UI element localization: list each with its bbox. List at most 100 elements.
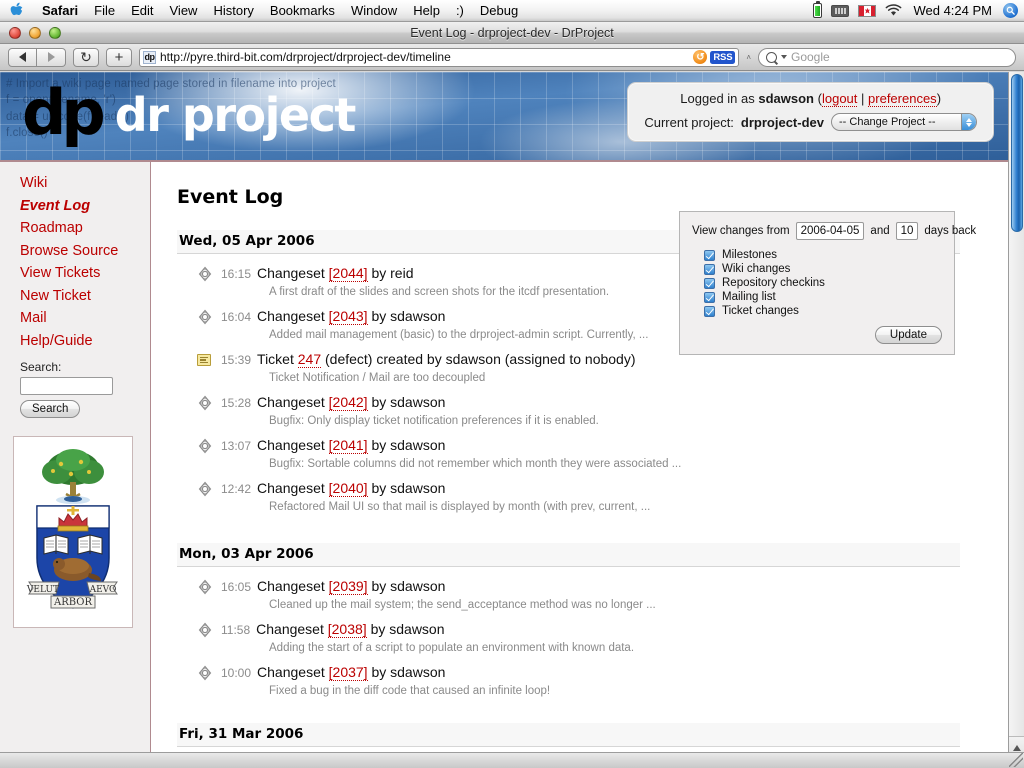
forward-arrow-icon bbox=[48, 52, 55, 62]
filter-checkbox-ticket-changes[interactable]: Ticket changes bbox=[704, 305, 942, 317]
sidebar-item-event-log[interactable]: Event Log bbox=[20, 195, 150, 218]
scrollbar-thumb[interactable] bbox=[1011, 74, 1023, 232]
window-titlebar[interactable]: Event Log - drproject-dev - DrProject bbox=[0, 22, 1024, 44]
snapback-icon[interactable]: ↺ bbox=[693, 50, 707, 64]
horizontal-scrollbar[interactable] bbox=[0, 752, 1024, 768]
minimize-button[interactable] bbox=[29, 27, 41, 39]
filter-days-back-label: days back bbox=[924, 225, 976, 237]
coat-of-arms-icon: VELUT AEVO ARBOR bbox=[19, 442, 127, 622]
menu-item-window[interactable]: Window bbox=[343, 0, 405, 22]
menu-item-bookmarks[interactable]: Bookmarks bbox=[262, 0, 343, 22]
google-search-input[interactable]: Google bbox=[758, 48, 1016, 67]
spotlight-search-icon[interactable] bbox=[1003, 3, 1018, 18]
event-row[interactable]: 10:00Changeset [2037] by sdawson Fixed a… bbox=[177, 659, 1008, 699]
preferences-link[interactable]: preferences bbox=[868, 91, 937, 107]
sidebar-item-mail[interactable]: Mail bbox=[20, 307, 150, 330]
select-stepper-icon bbox=[961, 114, 976, 130]
filter-update-button[interactable]: Update bbox=[875, 326, 942, 344]
event-time: 16:05 bbox=[221, 580, 251, 594]
wifi-icon[interactable] bbox=[885, 4, 902, 17]
battery-icon[interactable] bbox=[813, 3, 822, 18]
apple-menu[interactable] bbox=[0, 2, 34, 19]
filter-checkbox-mailing-list[interactable]: Mailing list bbox=[704, 291, 942, 303]
event-row[interactable]: 15:28Changeset [2042] by sdawson Bugfix:… bbox=[177, 389, 1008, 429]
event-row[interactable]: 11:58Changeset [2038] by sdawson Adding … bbox=[177, 616, 1008, 656]
changeset-icon bbox=[197, 579, 213, 595]
filter-checkbox-repository-checkins[interactable]: Repository checkins bbox=[704, 277, 942, 289]
menu-item-safari[interactable]: Safari bbox=[34, 0, 86, 22]
logout-link[interactable]: logout bbox=[822, 91, 857, 107]
event-row[interactable]: 16:05Changeset [2039] by sdawson Cleaned… bbox=[177, 573, 1008, 613]
vertical-scrollbar[interactable] bbox=[1008, 72, 1024, 768]
resize-grip-icon[interactable] bbox=[1009, 753, 1023, 767]
filter-days-input[interactable]: 10 bbox=[896, 222, 919, 240]
menu-item-debug[interactable]: Debug bbox=[472, 0, 526, 22]
event-time: 15:28 bbox=[221, 396, 251, 410]
changeset-link[interactable]: [2044] bbox=[329, 265, 368, 282]
menu-item-view[interactable]: View bbox=[162, 0, 206, 22]
zoom-button[interactable] bbox=[49, 27, 61, 39]
menu-bar-clock[interactable]: Wed 4:24 PM bbox=[911, 3, 994, 18]
site-banner: # Import a wiki page named page stored i… bbox=[0, 72, 1008, 162]
checkbox-icon bbox=[704, 306, 715, 317]
menu-item-help[interactable]: Help bbox=[405, 0, 448, 22]
back-button[interactable] bbox=[8, 48, 37, 67]
battery-pack-icon[interactable] bbox=[831, 5, 849, 17]
checkbox-label: Ticket changes bbox=[722, 305, 799, 317]
changeset-link[interactable]: [2041] bbox=[329, 437, 368, 454]
add-bookmark-button[interactable]: + bbox=[106, 48, 132, 67]
event-row[interactable]: 13:07Changeset [2041] by sdawson Bugfix:… bbox=[177, 432, 1008, 472]
event-prefix: Changeset bbox=[257, 308, 329, 324]
dp-logo-icon: dp bbox=[22, 82, 101, 144]
canada-flag-icon[interactable] bbox=[858, 5, 876, 17]
menu-item-smiley[interactable]: :) bbox=[448, 0, 472, 22]
safari-window: Event Log - drproject-dev - DrProject ↻ … bbox=[0, 22, 1024, 768]
sidebar-item-new-ticket[interactable]: New Ticket bbox=[20, 285, 150, 308]
forward-button[interactable] bbox=[37, 48, 66, 67]
reload-button[interactable]: ↻ bbox=[73, 48, 99, 67]
filter-from-label: View changes from bbox=[692, 225, 790, 237]
chevron-down-icon bbox=[781, 55, 787, 59]
event-description: Bugfix: Only display ticket notification… bbox=[269, 414, 1008, 429]
menu-item-edit[interactable]: Edit bbox=[123, 0, 161, 22]
event-description: Refactored Mail UI so that mail is displ… bbox=[269, 500, 1008, 515]
address-bar[interactable]: dp http://pyre.third-bit.com/drproject/d… bbox=[139, 48, 739, 67]
change-project-select[interactable]: -- Change Project -- bbox=[831, 113, 977, 131]
filter-checkbox-milestones[interactable]: Milestones bbox=[704, 249, 942, 261]
event-prefix: Changeset bbox=[257, 664, 329, 680]
sidebar-item-help-guide[interactable]: Help/Guide bbox=[20, 330, 150, 353]
menu-item-file[interactable]: File bbox=[86, 0, 123, 22]
changeset-link[interactable]: [2038] bbox=[328, 621, 367, 638]
page-body: Wiki Event Log Roadmap Browse Source Vie… bbox=[0, 162, 1008, 768]
menu-item-history[interactable]: History bbox=[205, 0, 261, 22]
event-time: 15:39 bbox=[221, 353, 251, 367]
sidebar-item-view-tickets[interactable]: View Tickets bbox=[20, 262, 150, 285]
changeset-link[interactable]: [2043] bbox=[329, 308, 368, 325]
ticket-link[interactable]: 247 bbox=[298, 351, 321, 368]
event-prefix: Changeset bbox=[257, 265, 329, 281]
changeset-link[interactable]: [2039] bbox=[329, 578, 368, 595]
sidebar-item-wiki[interactable]: Wiki bbox=[20, 172, 150, 195]
event-title: 13:07Changeset [2041] by sdawson bbox=[221, 437, 1008, 455]
site-logo[interactable]: dp dr project bbox=[22, 82, 355, 144]
changeset-link[interactable]: [2040] bbox=[329, 480, 368, 497]
sidebar-item-browse-source[interactable]: Browse Source bbox=[20, 240, 150, 263]
crest-motto-right: AEVO bbox=[89, 585, 117, 595]
scroll-up-icon[interactable] bbox=[1013, 745, 1021, 751]
filter-date-input[interactable]: 2006-04-05 bbox=[796, 222, 865, 240]
close-button[interactable] bbox=[9, 27, 21, 39]
event-time: 13:07 bbox=[221, 439, 251, 453]
sidebar-item-roadmap[interactable]: Roadmap bbox=[20, 217, 150, 240]
event-row[interactable]: 12:42Changeset [2040] by sdawson Refacto… bbox=[177, 475, 1008, 515]
plus-icon: + bbox=[115, 49, 124, 66]
changeset-link[interactable]: [2042] bbox=[329, 394, 368, 411]
sidebar-nav: Wiki Event Log Roadmap Browse Source Vie… bbox=[0, 172, 150, 352]
event-time: 12:42 bbox=[221, 482, 251, 496]
changeset-link[interactable]: [2037] bbox=[329, 664, 368, 681]
event-suffix: by sdawson bbox=[368, 308, 446, 324]
rss-badge[interactable]: RSS bbox=[710, 51, 735, 64]
event-suffix: by sdawson bbox=[368, 437, 446, 453]
sidebar-search-input[interactable] bbox=[20, 377, 113, 395]
sidebar-search-button[interactable]: Search bbox=[20, 400, 80, 418]
filter-checkbox-wiki-changes[interactable]: Wiki changes bbox=[704, 263, 942, 275]
